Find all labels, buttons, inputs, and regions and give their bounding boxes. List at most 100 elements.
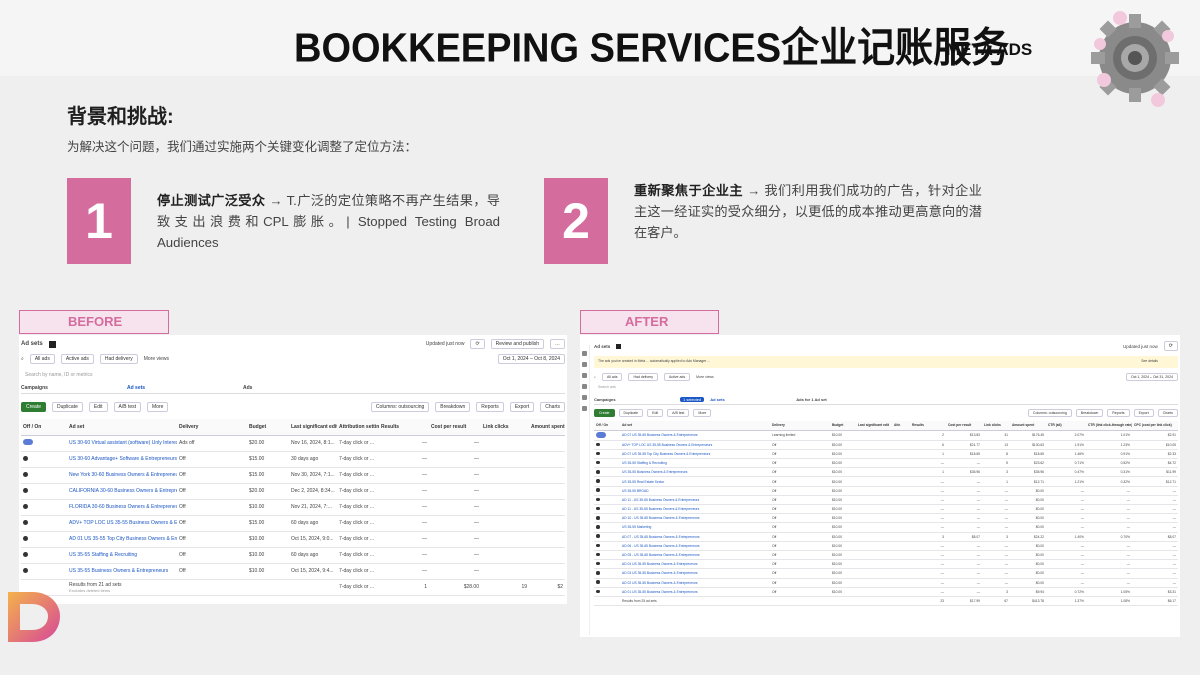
filter-more-views[interactable]: More views <box>144 356 169 362</box>
reports-button[interactable]: Reports <box>476 402 504 412</box>
table-row[interactable]: US 30-60 Virtual assistant (software) Un… <box>21 435 565 452</box>
table-row[interactable]: US 35-55 Marketing Off $10.00— — — $0.00— — — <box>594 522 1178 533</box>
row-ad-set-name[interactable]: AD 07 - US 35-65 Business Owners & Entre… <box>620 532 770 542</box>
row-toggle[interactable] <box>594 440 620 450</box>
row-ad-set-name[interactable]: US 30-60 Advantage+ Software & Entrepren… <box>67 451 177 468</box>
row-toggle[interactable] <box>594 449 620 460</box>
before-search-input[interactable]: Search by name, ID or metrics <box>25 372 93 378</box>
filter-had-delivery[interactable]: Had delivery <box>99 354 138 364</box>
row-ad-set-name[interactable]: New York 30-60 Business Owners & Entrepr… <box>67 467 177 484</box>
row-toggle[interactable] <box>594 504 620 515</box>
table-row[interactable]: US 35-55 Business Owners & Entrepreneurs… <box>594 467 1178 478</box>
after-account-avatar[interactable] <box>616 343 622 349</box>
after-col-cpc[interactable]: CPC (cost per link click) <box>1132 421 1178 431</box>
table-row[interactable]: AD 03 US 35-55 Business Owners & Entrepr… <box>594 568 1178 579</box>
tab-ads[interactable]: Ads <box>243 385 252 391</box>
row-ad-set-name[interactable]: CALIFORNIA 30-60 Business Owners & Entre… <box>67 483 177 500</box>
col-link-clicks[interactable]: Link clicks <box>481 419 529 436</box>
tab-ad-sets[interactable]: Ad sets <box>127 385 237 391</box>
row-ad-set-name[interactable]: AD 07 US 35-55 Top City Business Owners … <box>620 449 770 460</box>
toggle-off-icon[interactable] <box>23 567 28 573</box>
table-row[interactable]: AD 01 US 35-55 Top City Business Owners … <box>21 531 565 548</box>
after-duplicate-button[interactable]: Duplicate <box>618 409 644 417</box>
table-row[interactable]: AD 07 US 35-55 Top City Business Owners … <box>594 449 1178 460</box>
date-range-picker[interactable]: Oct 1, 2024 – Oct 8, 2024 <box>497 354 565 364</box>
after-col-budget[interactable]: Budget <box>830 421 856 431</box>
row-toggle[interactable] <box>21 547 67 564</box>
after-reports-button[interactable]: Reports <box>1107 409 1130 417</box>
after-col-link-ctr[interactable]: CTR (link click-through rate) <box>1086 421 1132 431</box>
after-col-delivery[interactable]: Delivery <box>770 421 830 431</box>
table-row[interactable]: AD 04 US 35-55 Business Owners & Entrepr… <box>594 559 1178 570</box>
after-edit-button[interactable]: Edit <box>647 409 664 417</box>
row-ad-set-name[interactable]: AD 06 - US 35-65 Business Owners & Entre… <box>620 541 770 551</box>
toggle-off-icon[interactable] <box>23 487 28 493</box>
after-col-clicks[interactable]: Link clicks <box>982 421 1010 431</box>
toggle-off-icon[interactable] <box>596 451 600 456</box>
toggle-off-icon[interactable] <box>596 571 600 575</box>
after-ab-test-button[interactable]: A/B test <box>667 409 690 417</box>
toggle-off-icon[interactable] <box>23 503 28 509</box>
review-publish-button[interactable]: Review and publish <box>490 339 544 349</box>
row-ad-set-name[interactable]: US 35-55 Staffing & Recruiting <box>620 458 770 469</box>
toggle-off-icon[interactable] <box>596 589 600 594</box>
toggle-off-icon[interactable] <box>596 534 600 538</box>
breakdown-button[interactable]: Breakdown <box>435 402 471 412</box>
edit-button[interactable]: Edit <box>88 402 108 412</box>
more-button[interactable]: More <box>147 402 169 412</box>
table-row[interactable]: ADV+ TOP LOC US 35-55 Business Owners & … <box>21 515 565 532</box>
table-row[interactable]: AD 02 US 35-55 Business Owners & Entrepr… <box>594 578 1178 588</box>
toggle-off-icon[interactable] <box>596 552 600 557</box>
export-button[interactable]: Export <box>509 402 535 412</box>
toggle-off-icon[interactable] <box>596 525 600 529</box>
after-filter-all[interactable]: All ads <box>601 373 623 381</box>
toggle-off-icon[interactable] <box>596 479 600 483</box>
notice-action[interactable]: See details <box>1141 359 1158 363</box>
col-amount-spent[interactable]: Amount spent <box>529 419 565 436</box>
after-date-range[interactable]: Oct 1, 2024 – Oct 31, 2024 <box>1125 373 1178 381</box>
table-row[interactable]: AD 06 - US 35-65 Business Owners & Entre… <box>594 541 1178 551</box>
row-toggle[interactable] <box>594 550 620 561</box>
toggle-off-icon[interactable] <box>596 506 600 511</box>
row-toggle[interactable] <box>21 451 67 468</box>
after-col-ad-set[interactable]: Ad set <box>620 421 770 431</box>
row-toggle[interactable] <box>594 522 620 533</box>
row-ad-set-name[interactable]: ADV+ TOP LOC US 35-55 Business Owners & … <box>620 440 770 450</box>
row-toggle[interactable] <box>594 587 620 597</box>
col-off-on[interactable]: Off / On <box>21 419 67 436</box>
row-toggle[interactable] <box>594 578 620 588</box>
nav-menu-icon[interactable] <box>582 362 587 367</box>
table-row[interactable]: AD 11 - US 35-65 Business Owners & Entre… <box>594 504 1178 515</box>
row-toggle[interactable] <box>21 483 67 500</box>
table-row[interactable]: AD 05 - US 35-65 Business Owners & Entre… <box>594 550 1178 561</box>
toggle-off-icon[interactable] <box>596 488 600 492</box>
row-ad-set-name[interactable]: US 35-55 Marketing <box>620 522 770 533</box>
account-avatar[interactable] <box>48 340 56 348</box>
filter-active-ads[interactable]: Active ads <box>60 354 94 364</box>
row-toggle[interactable] <box>21 467 67 484</box>
refresh-button[interactable]: ⟳ <box>470 339 485 349</box>
after-col-off-on[interactable]: Off / On <box>594 421 620 431</box>
charts-button[interactable]: Charts <box>540 402 565 412</box>
after-col-last-edit[interactable]: Last significant edit <box>856 421 892 431</box>
nav-list-icon[interactable] <box>582 384 587 389</box>
row-toggle[interactable] <box>21 531 67 548</box>
row-ad-set-name[interactable]: AD 04 US 35-55 Business Owners & Entrepr… <box>620 559 770 570</box>
col-attribution[interactable]: Attribution setting <box>337 419 379 436</box>
after-filter-active[interactable]: Active ads <box>663 373 691 381</box>
after-col-spent[interactable]: Amount spent <box>1010 421 1046 431</box>
columns-button[interactable]: Columns: outsourcing <box>370 402 430 412</box>
row-ad-set-name[interactable]: AD 11 - US 35-65 Business Owners & Entre… <box>620 504 770 515</box>
after-tab-campaigns[interactable]: Campaigns <box>594 397 674 402</box>
row-toggle[interactable] <box>21 515 67 532</box>
create-button[interactable]: Create <box>21 402 47 412</box>
after-charts-button[interactable]: Charts <box>1157 409 1178 417</box>
tab-campaigns[interactable]: Campaigns <box>21 385 121 391</box>
row-ad-set-name[interactable]: AD 11 - US 35-65 Business Owners & Entre… <box>620 495 770 506</box>
table-row[interactable]: US 35-55 Staffing & Recruiting Off $10.00 6… <box>21 547 565 564</box>
toggle-off-icon[interactable] <box>596 442 600 447</box>
after-search-icon[interactable]: ⌕ <box>594 375 596 379</box>
after-search-input[interactable]: Search ads <box>598 385 616 389</box>
row-ad-set-name[interactable]: AD 03 US 35-55 Business Owners & Entrepr… <box>620 568 770 579</box>
row-toggle[interactable] <box>594 486 620 496</box>
